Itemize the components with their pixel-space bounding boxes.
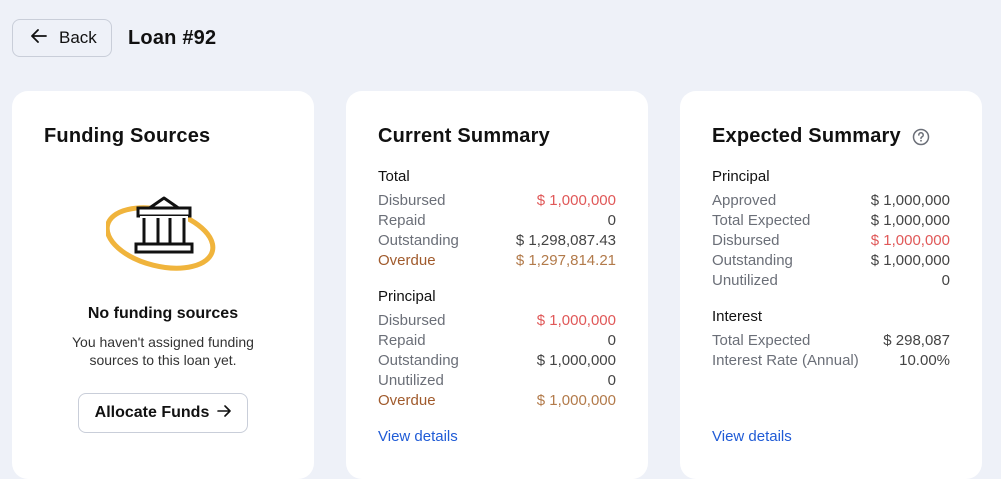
view-details-link[interactable]: View details	[712, 428, 792, 445]
arrow-left-icon	[31, 28, 47, 48]
arrow-right-icon	[217, 404, 232, 422]
section-heading: Interest	[712, 308, 763, 325]
summary-row-outstanding: Outstanding $ 1,298,087.43	[378, 232, 616, 249]
question-circle-icon[interactable]	[912, 128, 930, 151]
current-total-section: Total Disbursed $ 1,000,000 Repaid 0 Outst…	[378, 167, 616, 271]
page-header: Back Loan #92	[12, 19, 216, 57]
empty-state-title: No funding sources	[87, 305, 239, 322]
summary-row-outstanding: Outstanding $ 1,000,000	[712, 252, 950, 269]
expected-summary-title: Expected Summary	[712, 125, 901, 147]
summary-row-total-expected: Total Expected $ 298,087	[712, 332, 950, 349]
expected-principal-section: Principal Approved $ 1,000,000 Total Expe…	[712, 167, 950, 291]
summary-row-disbursed: Disbursed $ 1,000,000	[378, 192, 616, 209]
summary-row-overdue: Overdue $ 1,000,000	[378, 392, 616, 409]
funding-sources-title: Funding Sources	[44, 125, 211, 147]
back-button[interactable]: Back	[12, 19, 112, 57]
expected-summary-card: Expected Summary Principal Approved $ 1,0…	[680, 91, 982, 479]
summary-row-repaid: Repaid 0	[378, 332, 616, 349]
section-heading: Principal	[378, 288, 436, 305]
view-details-link[interactable]: View details	[378, 428, 458, 445]
summary-row-disbursed: Disbursed $ 1,000,000	[712, 232, 950, 249]
current-summary-title: Current Summary	[378, 125, 550, 147]
summary-row-repaid: Repaid 0	[378, 212, 616, 229]
back-button-label: Back	[59, 28, 97, 47]
allocate-funds-button[interactable]: Allocate Funds	[78, 393, 248, 433]
section-heading: Principal	[712, 168, 770, 185]
funding-sources-card: Funding Sources No funding sources You h…	[12, 91, 314, 479]
current-summary-card: Current Summary Total Disbursed $ 1,000,0…	[346, 91, 648, 479]
empty-state-description: You haven't assigned funding sources to …	[72, 334, 254, 368]
current-principal-section: Principal Disbursed $ 1,000,000 Repaid 0 O…	[378, 287, 616, 411]
bank-icon	[104, 194, 218, 279]
page-title: Loan #92	[128, 26, 217, 49]
summary-row-unutilized: Unutilized 0	[712, 272, 950, 289]
summary-row-total-expected: Total Expected $ 1,000,000	[712, 212, 950, 229]
summary-row-disbursed: Disbursed $ 1,000,000	[378, 312, 616, 329]
expected-interest-section: Interest Total Expected $ 298,087 Interes…	[712, 307, 950, 371]
summary-row-overdue: Overdue $ 1,297,814.21	[378, 252, 616, 269]
section-heading: Total	[378, 168, 410, 185]
summary-row-approved: Approved $ 1,000,000	[712, 192, 950, 209]
summary-row-unutilized: Unutilized 0	[378, 372, 616, 389]
summary-row-outstanding: Outstanding $ 1,000,000	[378, 352, 616, 369]
summary-row-interest-rate: Interest Rate (Annual) 10.00%	[712, 352, 950, 369]
